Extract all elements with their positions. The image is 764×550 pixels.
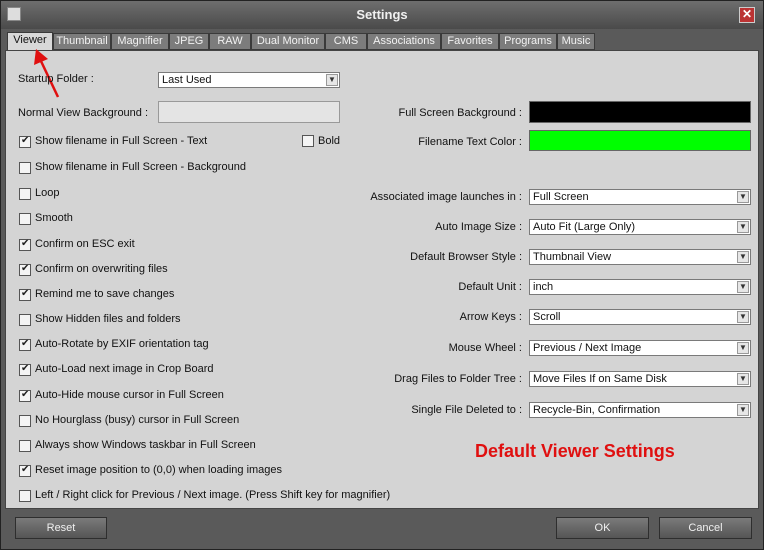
checkbox-label: Auto-Hide mouse cursor in Full Screen [35, 389, 224, 401]
associated-launch-label: Associated image launches in : [370, 191, 522, 203]
checkbox-left-right-click[interactable] [19, 490, 31, 502]
tab-programs[interactable]: Programs [499, 33, 557, 50]
checkbox-confirm-overwrite[interactable] [19, 263, 31, 276]
checkbox-confirm-esc[interactable] [19, 238, 31, 251]
checkbox-label: Confirm on ESC exit [35, 238, 135, 250]
chevron-down-icon: ▼ [737, 404, 749, 416]
ok-button[interactable]: OK [556, 517, 649, 539]
title-bar[interactable]: Settings ✕ [1, 1, 763, 29]
startup-folder-label: Startup Folder : [18, 73, 94, 85]
auto-image-size-label: Auto Image Size : [435, 221, 522, 233]
checkbox-show-hidden[interactable] [19, 314, 31, 326]
checkbox-label: Show filename in Full Screen - Text [35, 135, 208, 147]
checkbox-auto-hide-cursor[interactable] [19, 389, 31, 402]
default-unit-select[interactable]: inch ▼ [529, 279, 751, 295]
checkbox-label: Smooth [35, 212, 73, 224]
full-screen-background-swatch[interactable] [529, 101, 751, 123]
chevron-down-icon: ▼ [737, 342, 749, 354]
settings-window: Settings ✕ Viewer Thumbnail Magnifier JP… [0, 0, 764, 550]
chevron-down-icon: ▼ [737, 221, 749, 233]
tab-music[interactable]: Music [557, 33, 595, 50]
checkbox-show-filename-text[interactable] [19, 135, 31, 148]
single-file-deleted-select[interactable]: Recycle-Bin, Confirmation ▼ [529, 402, 751, 418]
checkbox-label: Reset image position to (0,0) when loadi… [35, 464, 283, 476]
tab-raw[interactable]: RAW [209, 33, 251, 50]
associated-launch-select[interactable]: Full Screen ▼ [529, 189, 751, 205]
close-icon[interactable]: ✕ [739, 7, 755, 23]
startup-folder-select[interactable]: Last Used ▼ [158, 72, 340, 88]
select-value: Auto Fit (Large Only) [533, 221, 636, 233]
checkbox-auto-load[interactable] [19, 363, 31, 376]
checkbox-loop[interactable] [19, 188, 31, 200]
normal-view-background-field[interactable] [158, 101, 340, 123]
select-value: Scroll [533, 311, 561, 323]
checkbox-show-taskbar[interactable] [19, 440, 31, 452]
mouse-wheel-label: Mouse Wheel : [448, 342, 522, 354]
default-browser-style-select[interactable]: Thumbnail View ▼ [529, 249, 751, 265]
checkbox-auto-rotate[interactable] [19, 338, 31, 351]
checkbox-label: Loop [35, 187, 60, 199]
chevron-down-icon: ▼ [737, 191, 749, 203]
default-viewer-settings-heading: Default Viewer Settings [475, 441, 675, 461]
checkbox-show-filename-background[interactable] [19, 162, 31, 174]
checkbox-remind-save[interactable] [19, 288, 31, 301]
chevron-down-icon: ▼ [737, 251, 749, 263]
select-value: Move Files If on Same Disk [533, 373, 667, 385]
select-value: Thumbnail View [533, 251, 612, 263]
bold-label: Bold [318, 135, 341, 147]
checkbox-no-hourglass[interactable] [19, 415, 31, 427]
select-value: Recycle-Bin, Confirmation [533, 404, 661, 416]
default-unit-label: Default Unit : [458, 281, 522, 293]
checkbox-label: Left / Right click for Previous / Next i… [35, 489, 391, 501]
drag-files-select[interactable]: Move Files If on Same Disk ▼ [529, 371, 751, 387]
filename-text-color-swatch[interactable] [529, 130, 751, 151]
window-title: Settings [356, 7, 408, 22]
default-browser-style-label: Default Browser Style : [410, 251, 522, 263]
auto-image-size-select[interactable]: Auto Fit (Large Only) ▼ [529, 219, 751, 235]
select-value: Previous / Next Image [533, 342, 642, 354]
full-screen-background-label: Full Screen Background : [398, 107, 522, 119]
tab-favorites[interactable]: Favorites [441, 33, 499, 50]
tab-associations[interactable]: Associations [367, 33, 441, 50]
single-file-deleted-label: Single File Deleted to : [411, 404, 522, 416]
tab-magnifier[interactable]: Magnifier [111, 33, 169, 50]
filename-text-color-label: Filename Text Color : [418, 136, 522, 148]
reset-button[interactable]: Reset [15, 517, 107, 539]
chevron-down-icon: ▼ [737, 311, 749, 323]
bold-checkbox[interactable] [302, 135, 314, 147]
select-value: Full Screen [533, 191, 589, 203]
checkbox-reset-position[interactable] [19, 464, 31, 477]
cancel-button[interactable]: Cancel [659, 517, 752, 539]
chevron-down-icon: ▼ [737, 281, 749, 293]
checkbox-label: Always show Windows taskbar in Full Scre… [35, 439, 256, 451]
checkbox-label: Auto-Rotate by EXIF orientation tag [35, 338, 209, 350]
checkbox-smooth[interactable] [19, 213, 31, 225]
tab-dual-monitor[interactable]: Dual Monitor [251, 33, 325, 50]
checkbox-label: Confirm on overwriting files [35, 263, 168, 275]
chevron-down-icon: ▼ [737, 373, 749, 385]
arrow-keys-select[interactable]: Scroll ▼ [529, 309, 751, 325]
arrow-keys-label: Arrow Keys : [459, 311, 522, 323]
tab-jpeg[interactable]: JPEG [169, 33, 209, 50]
checkbox-label: Show filename in Full Screen - Backgroun… [35, 161, 246, 173]
startup-folder-value: Last Used [162, 74, 212, 86]
checkbox-label: Remind me to save changes [35, 288, 175, 300]
checkbox-label: No Hourglass (busy) cursor in Full Scree… [35, 414, 240, 426]
checkbox-label: Show Hidden files and folders [35, 313, 181, 325]
drag-files-label: Drag Files to Folder Tree : [394, 373, 522, 385]
footer-bar: Reset OK Cancel [1, 509, 763, 549]
tab-cms[interactable]: CMS [325, 33, 367, 50]
select-value: inch [533, 281, 554, 293]
checkbox-label: Auto-Load next image in Crop Board [35, 363, 214, 375]
normal-view-background-label: Normal View Background : [18, 107, 149, 119]
mouse-wheel-select[interactable]: Previous / Next Image ▼ [529, 340, 751, 356]
chevron-down-icon: ▼ [326, 74, 338, 86]
viewer-settings-panel: Startup Folder : Last Used ▼ Normal View… [5, 49, 759, 509]
